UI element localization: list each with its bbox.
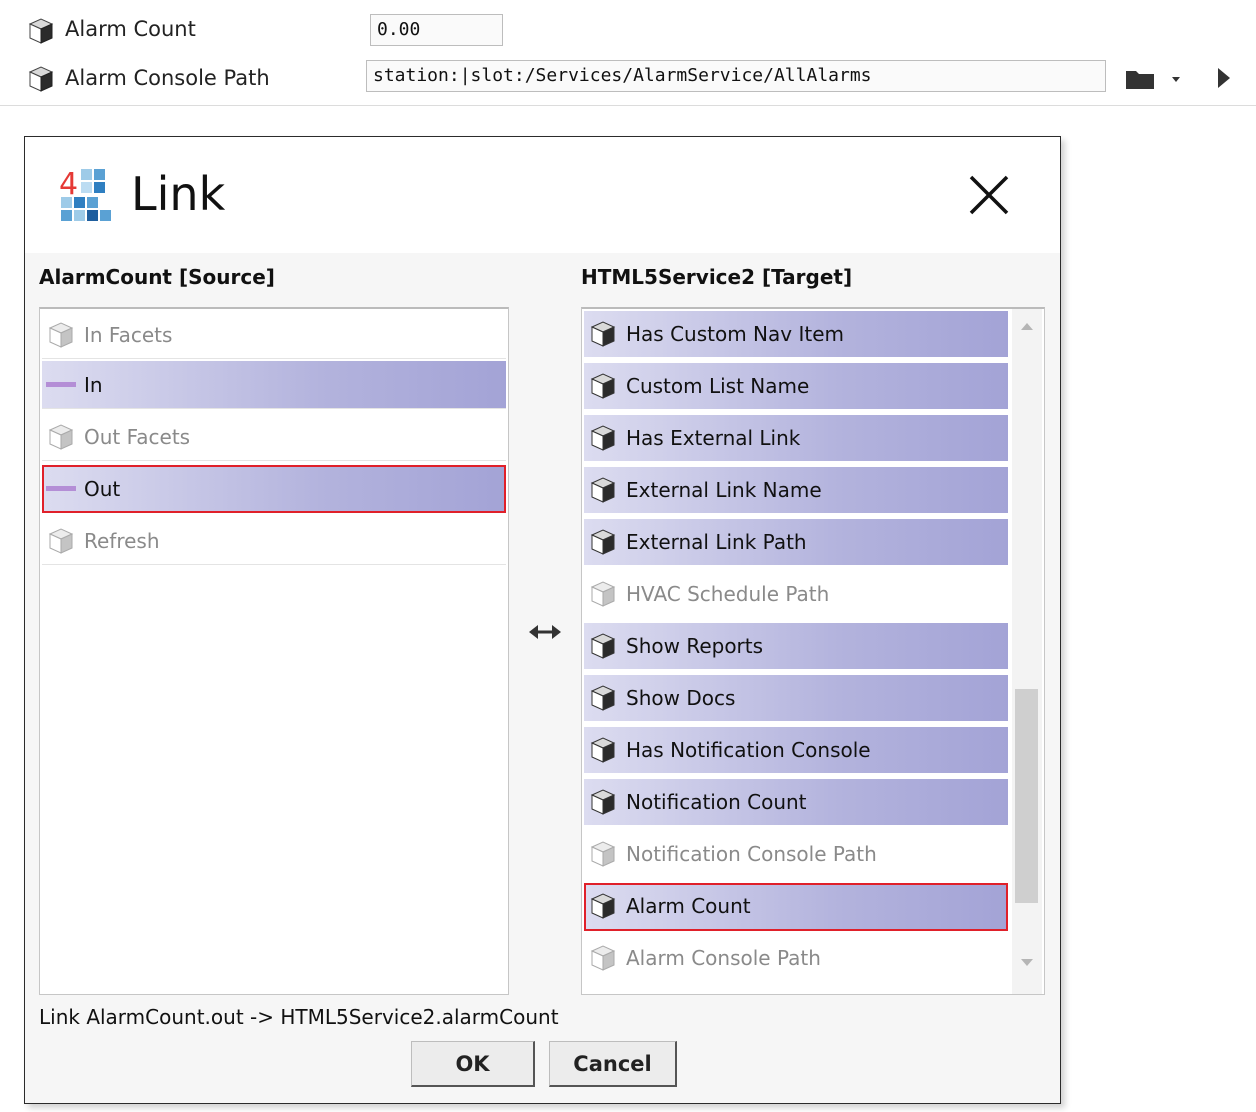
target-item[interactable]: Notification Count — [584, 779, 1008, 827]
slot-label: External Link Name — [626, 478, 822, 502]
property-label: Alarm Console Path — [65, 66, 270, 90]
component-cube-icon — [590, 425, 616, 451]
slot-label: Show Docs — [626, 686, 736, 710]
target-item[interactable]: Has External Link — [584, 415, 1008, 463]
property-label: Alarm Count — [65, 17, 196, 41]
target-title: HTML5Service2 [Target] — [581, 265, 853, 289]
component-cube-icon — [590, 373, 616, 399]
slot-label: Out — [84, 476, 121, 501]
target-item[interactable]: External Link Name — [584, 467, 1008, 515]
component-cube-icon — [48, 321, 74, 348]
target-item[interactable]: HVAC Schedule Path — [584, 571, 1008, 619]
component-cube-icon — [590, 789, 616, 815]
play-arrow-icon[interactable] — [1214, 64, 1234, 92]
ok-button[interactable]: OK — [411, 1041, 535, 1087]
component-cube-icon — [590, 737, 616, 763]
source-item-out[interactable]: Out — [42, 465, 506, 513]
property-row-alarm-console-path: Alarm Console Path station:|slot:/Servic… — [0, 56, 1256, 106]
component-cube-icon — [48, 527, 74, 554]
component-cube-icon — [590, 477, 616, 503]
target-item[interactable]: Notification Console Path — [584, 831, 1008, 879]
target-item[interactable]: Show Reports — [584, 623, 1008, 671]
slot-label: Has External Link — [626, 426, 801, 450]
component-cube-icon — [590, 945, 616, 971]
target-item[interactable]: Has Notification Console — [584, 727, 1008, 775]
target-slot-list[interactable]: Alarm Console Path Alarm Count Notificatio… — [581, 307, 1045, 995]
slot-label: External Link Path — [626, 530, 807, 554]
component-cube-icon — [590, 581, 616, 607]
link-expression: Link AlarmCount.out -> HTML5Service2.ala… — [39, 1005, 559, 1029]
slot-bar-icon — [46, 382, 76, 387]
target-item[interactable]: Alarm Console Path — [584, 935, 1008, 983]
close-x-icon[interactable] — [965, 171, 1013, 219]
slot-label: Out Facets — [84, 424, 191, 449]
component-cube-icon — [590, 321, 616, 347]
source-item-in-facets[interactable]: In Facets — [42, 311, 506, 359]
slot-label: Alarm Count — [626, 894, 751, 918]
property-row-alarm-count: Alarm Count 0.00 — [0, 6, 1256, 56]
component-cube-icon — [590, 633, 616, 659]
slot-label: Has Custom Nav Item — [626, 322, 844, 346]
source-title: AlarmCount [Source] — [39, 265, 275, 289]
component-cube-icon — [28, 18, 54, 44]
slot-label: Notification Count — [626, 790, 807, 814]
slot-label: In — [84, 372, 103, 397]
slot-label: Notification Console Path — [626, 842, 877, 866]
slot-label: HVAC Schedule Path — [626, 582, 830, 606]
source-item-refresh[interactable]: Refresh — [42, 517, 506, 565]
component-cube-icon — [590, 841, 616, 867]
dialog-body: AlarmCount [Source] HTML5Service2 [Targe… — [25, 253, 1060, 1103]
slot-bar-icon — [46, 486, 76, 491]
component-cube-icon — [28, 66, 54, 92]
slot-label: In Facets — [84, 322, 173, 347]
slot-label: Has Notification Console — [626, 738, 871, 762]
source-item-in[interactable]: In — [42, 361, 506, 409]
scroll-down-icon[interactable] — [1019, 955, 1035, 969]
component-cube-icon — [590, 529, 616, 555]
folder-dropdown-icon[interactable] — [1124, 66, 1184, 92]
niagara-4-logo: 4 — [59, 167, 111, 221]
target-item[interactable]: Show Docs — [584, 675, 1008, 723]
slot-label: Refresh — [84, 528, 160, 553]
target-item[interactable]: Alarm Count — [584, 883, 1008, 931]
component-cube-icon — [48, 423, 74, 450]
alarm-count-field[interactable]: 0.00 — [370, 14, 503, 46]
source-item-out-facets[interactable]: Out Facets — [42, 413, 506, 461]
slot-label: Custom List Name — [626, 374, 810, 398]
target-scrollbar[interactable] — [1012, 309, 1042, 994]
slot-label: Alarm Console Path — [626, 946, 821, 970]
component-cube-icon — [590, 685, 616, 711]
scrollbar-thumb[interactable] — [1015, 689, 1038, 903]
slot-label: Show Reports — [626, 634, 764, 658]
scroll-up-icon[interactable] — [1019, 319, 1035, 333]
alarm-console-path-field[interactable]: station:|slot:/Services/AlarmService/All… — [366, 60, 1106, 92]
target-item[interactable]: External Link Path — [584, 519, 1008, 567]
svg-text:4: 4 — [59, 167, 78, 202]
target-item[interactable]: Custom List Name — [584, 363, 1008, 411]
component-cube-icon — [590, 893, 616, 919]
link-dialog: 4 Link AlarmCount [Source] HTML5Service2… — [24, 136, 1061, 1104]
dialog-title: Link — [131, 167, 226, 221]
target-item[interactable]: Has Custom Nav Item — [584, 311, 1008, 359]
dialog-header: 4 Link — [25, 137, 1060, 253]
cancel-button[interactable]: Cancel — [549, 1041, 677, 1087]
swap-arrows-icon — [529, 625, 561, 639]
source-slot-list[interactable]: In Facets In Out Facets Out Refresh — [39, 307, 509, 995]
